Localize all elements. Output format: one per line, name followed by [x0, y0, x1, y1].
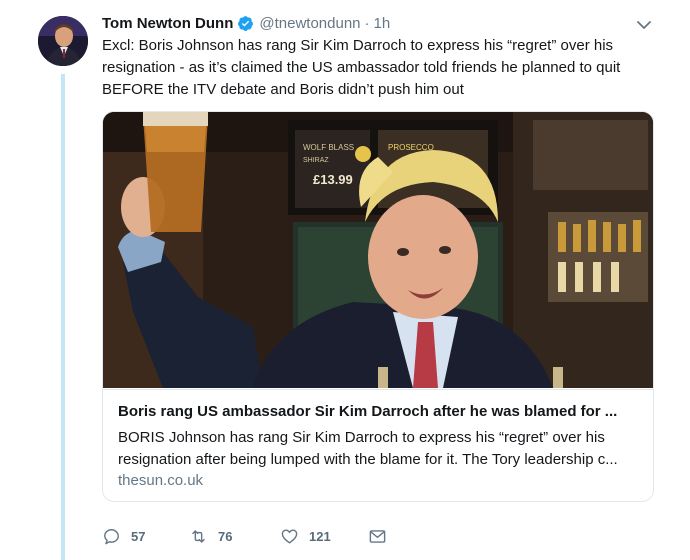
- reply-button[interactable]: 57: [102, 523, 145, 549]
- tweet-header: Tom Newton Dunn @tnewtondunn · 1h: [102, 12, 390, 34]
- card-domain[interactable]: thesun.co.uk: [118, 472, 203, 489]
- verified-badge-icon: [238, 15, 254, 31]
- avatar-photo: [38, 16, 88, 66]
- thread-line: [61, 74, 65, 560]
- author-name[interactable]: Tom Newton Dunn: [102, 15, 233, 32]
- card-body: Boris rang US ambassador Sir Kim Darroch…: [103, 389, 653, 501]
- retweet-icon: [192, 529, 205, 543]
- sign-price: £13.99: [313, 172, 353, 187]
- sign-text-1: WOLF BLASS: [303, 143, 354, 152]
- reply-count: 57: [131, 528, 146, 544]
- envelope-icon: [369, 529, 386, 543]
- retweet-count: 76: [218, 528, 233, 544]
- like-count: 121: [309, 528, 331, 544]
- retweet-button[interactable]: 76: [189, 523, 232, 549]
- card-image: WOLF BLASS SHIRAZ £13.99 PROSECCO: [103, 112, 653, 388]
- tweet-menu-button[interactable]: [633, 14, 655, 36]
- heart-icon: [281, 528, 298, 544]
- link-card[interactable]: WOLF BLASS SHIRAZ £13.99 PROSECCO Boris …: [102, 111, 654, 502]
- like-button[interactable]: 121: [280, 523, 331, 549]
- reply-icon: [104, 528, 119, 544]
- direct-message-button[interactable]: [368, 523, 387, 549]
- card-title[interactable]: Boris rang US ambassador Sir Kim Darroch…: [118, 402, 638, 422]
- card-description: BORIS Johnson has rang Sir Kim Darroch t…: [118, 429, 618, 468]
- tweet-text: Excl: Boris Johnson has rang Sir Kim Dar…: [102, 37, 621, 98]
- author-handle[interactable]: @tnewtondunn: [259, 15, 360, 32]
- avatar[interactable]: [38, 16, 88, 66]
- sign-text-2: SHIRAZ: [303, 157, 329, 164]
- chevron-down-icon: [637, 21, 651, 29]
- tweet-timestamp[interactable]: 1h: [374, 15, 391, 32]
- header-separator: ·: [364, 14, 370, 32]
